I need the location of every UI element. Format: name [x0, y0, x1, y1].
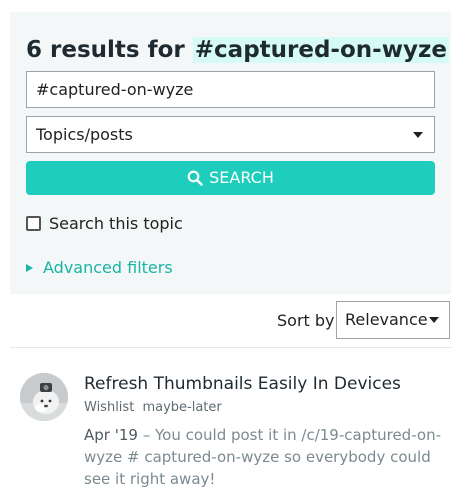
search-this-topic-checkbox[interactable] [26, 216, 41, 231]
search-this-topic-row[interactable]: Search this topic [26, 213, 183, 235]
result-category-link[interactable]: Wishlist [84, 400, 134, 415]
search-button-label: SEARCH [209, 168, 274, 187]
result-meta: Wishlist maybe-later [84, 399, 222, 417]
results-heading-term: #captured-on-wyze [192, 37, 449, 63]
caret-right-icon [26, 264, 33, 272]
search-type-value: Topics/posts [36, 125, 133, 144]
sort-select-value: Relevance [345, 310, 428, 329]
result-tag-link[interactable]: maybe-later [142, 400, 221, 415]
search-type-select[interactable]: Topics/posts [26, 116, 435, 153]
advanced-filters-toggle[interactable]: Advanced filters [26, 257, 173, 279]
chevron-down-icon [413, 132, 423, 138]
avatar[interactable] [20, 373, 68, 421]
search-button[interactable]: SEARCH [26, 161, 435, 195]
sort-label: Sort by [277, 311, 335, 330]
chevron-down-icon [429, 317, 439, 323]
sort-select[interactable]: Relevance [336, 301, 450, 339]
search-icon [187, 170, 203, 186]
result-title-link[interactable]: Refresh Thumbnails Easily In Devices [84, 373, 401, 395]
results-heading-prefix: 6 results for [26, 37, 185, 63]
search-input[interactable]: #captured-on-wyze [26, 71, 435, 108]
advanced-filters-label: Advanced filters [43, 258, 173, 277]
divider [10, 347, 451, 348]
result-blurb[interactable]: Apr '19 – You could post it in /c/19-cap… [84, 424, 444, 490]
search-this-topic-label: Search this topic [49, 214, 183, 233]
avatar-image [20, 373, 68, 421]
search-panel: 6 results for #captured-on-wyze #capture… [10, 12, 451, 294]
results-heading: 6 results for #captured-on-wyze [26, 32, 449, 68]
result-blurb-text: – You could post it in /c/19-captured-on… [84, 426, 441, 488]
result-date: Apr '19 [84, 426, 138, 444]
